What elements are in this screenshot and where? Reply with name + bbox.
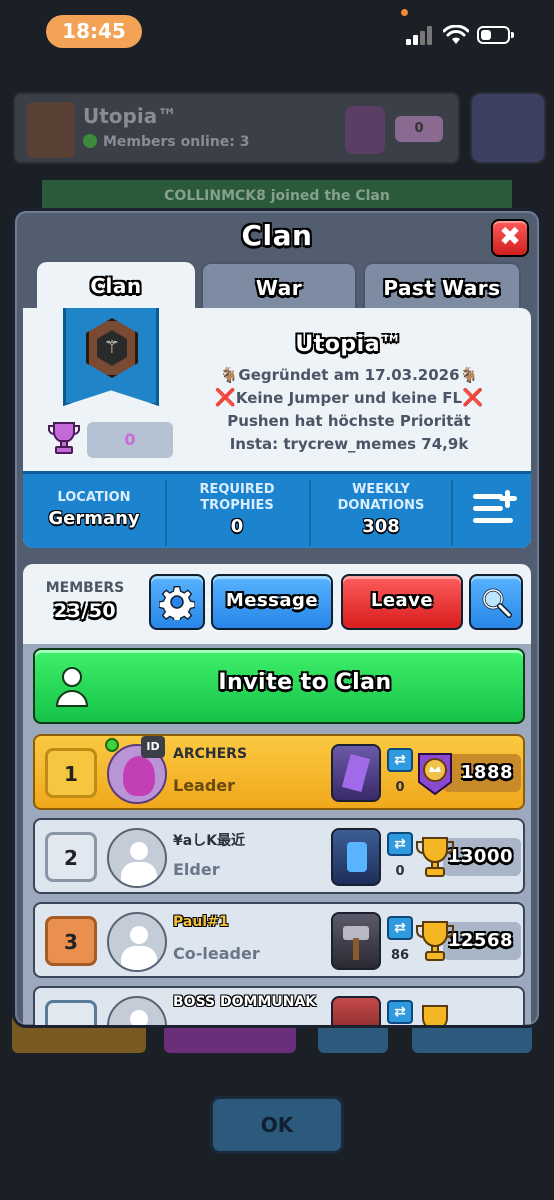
- settings-button[interactable]: [149, 574, 205, 630]
- background-clan-name: Utopia™: [83, 104, 178, 128]
- online-indicator-icon: [83, 134, 97, 148]
- member-rank: 2: [45, 832, 97, 882]
- member-row[interactable]: 2 ¥aしK最近 Elder ⇄ 0 13000: [33, 818, 525, 894]
- clan-stats-bar: LOCATION Germany REQUIRED TROPHIES 0 WEEK…: [23, 471, 531, 548]
- invite-to-clan-button[interactable]: Invite to Clan: [33, 648, 525, 724]
- modal-title: Clan: [241, 219, 313, 252]
- arena-icon: [331, 912, 381, 970]
- arena-icon: [331, 996, 381, 1025]
- card-donation-icon: ⇄: [387, 1000, 413, 1024]
- donation-count: 0: [395, 780, 405, 795]
- background-clan-header: Utopia™ Members online: 3 0: [13, 92, 460, 164]
- stat-location-label: LOCATION: [57, 490, 131, 505]
- member-rank: [45, 1000, 97, 1025]
- member-row[interactable]: 3 Paul#1 Co-leader ⇄ 86 12568: [33, 902, 525, 978]
- trophy-icon: [416, 837, 454, 877]
- member-role: Leader: [173, 776, 236, 795]
- description-line: Insta: trycrew_memes 74,9k: [229, 435, 469, 453]
- member-rank: 3: [45, 916, 97, 966]
- wifi-icon: [443, 25, 469, 44]
- donation-count: 86: [390, 948, 410, 963]
- arena-icon: [331, 744, 381, 802]
- tab-past-wars[interactable]: Past Wars: [363, 262, 521, 310]
- background-trophy-icon: [345, 106, 385, 154]
- background-members-online: Members online: 3: [83, 134, 250, 150]
- search-button[interactable]: [469, 574, 523, 630]
- cellular-signal-icon: [406, 25, 434, 45]
- stat-required-trophies: REQUIRED TROPHIES 0: [167, 474, 307, 548]
- member-name: ¥aしK最近: [173, 833, 246, 849]
- arena-icon: [331, 828, 381, 886]
- clan-info-card: ⚚ 0 Utopia™ 🐐Gegründet am 17.03.2026🐐 ❌K…: [23, 308, 531, 548]
- stat-donations-label-1: WEEKLY: [352, 482, 410, 497]
- member-list: Invite to Clan 1 ID ARCHERS Leader ⇄ 0 1…: [23, 644, 531, 1025]
- stat-donations-value: 308: [362, 516, 400, 537]
- tab-clan[interactable]: Clan: [37, 262, 195, 314]
- stat-donations-label-2: DONATIONS: [337, 498, 425, 513]
- stat-required-label-2: TROPHIES: [200, 498, 274, 513]
- clan-trophy-icon: [48, 422, 80, 454]
- clan-trophy-count: 0: [87, 422, 173, 458]
- battery-icon: [477, 26, 514, 44]
- member-name: Paul#1: [173, 914, 229, 930]
- stat-required-label-1: REQUIRED: [199, 482, 275, 497]
- member-avatar: [107, 996, 167, 1025]
- leave-button[interactable]: Leave: [341, 574, 463, 630]
- trophy-icon: [422, 1005, 448, 1025]
- member-row[interactable]: 1 ID ARCHERS Leader ⇄ 0 1888: [33, 734, 525, 810]
- members-label: MEMBERS: [45, 580, 125, 596]
- clan-modal: Clan ✖ Clan War Past Wars ⚚ 0 Utopia™ 🐐G…: [12, 208, 542, 1028]
- person-icon: [55, 667, 89, 707]
- status-time: 18:45: [46, 15, 142, 48]
- avatar-character-icon: [123, 756, 155, 796]
- stat-divider: [451, 480, 453, 546]
- search-icon: [482, 588, 512, 618]
- clan-info-menu-icon[interactable]: [469, 488, 521, 532]
- donation-count: 0: [395, 864, 405, 879]
- close-button[interactable]: ✖: [491, 219, 529, 257]
- clan-name: Utopia™: [295, 332, 403, 357]
- description-line: Pushen hat höchste Priorität: [227, 412, 471, 430]
- legendary-medal-icon: [418, 753, 452, 796]
- member-role: Elder: [173, 860, 220, 879]
- member-role: Co-leader: [173, 944, 260, 963]
- status-bar: 18:45: [0, 0, 554, 70]
- member-rank: 1: [45, 748, 97, 798]
- member-name: ARCHERS: [173, 746, 248, 762]
- tab-war[interactable]: War: [201, 262, 357, 310]
- member-avatar: [107, 828, 167, 888]
- invite-label: Invite to Clan: [218, 670, 392, 695]
- gear-icon: [158, 586, 196, 624]
- member-row[interactable]: BOSS DOMMUNAK ⇄: [33, 986, 525, 1025]
- clan-description: 🐐Gegründet am 17.03.2026🐐 ❌Keine Jumper …: [179, 364, 519, 456]
- background-ok-button: OK: [210, 1096, 344, 1154]
- members-toolbar: MEMBERS 23/50 Message Leave: [23, 564, 531, 644]
- description-line: ❌Keine Jumper und keine FL❌: [214, 388, 484, 408]
- stat-location-value: Germany: [48, 508, 140, 529]
- stat-location: LOCATION Germany: [23, 474, 165, 548]
- trophy-icon: [416, 921, 454, 961]
- description-line: 🐐Gegründet am 17.03.2026🐐: [219, 366, 479, 384]
- stat-required-value: 0: [230, 516, 244, 537]
- message-button[interactable]: Message: [211, 574, 333, 630]
- clan-banner: ⚚: [63, 308, 159, 406]
- privacy-indicator-dot: [401, 9, 408, 16]
- card-donation-icon: ⇄: [387, 916, 413, 940]
- stat-weekly-donations: WEEKLY DONATIONS 308: [311, 474, 451, 548]
- clan-badge-icon: ⚚: [86, 318, 138, 378]
- online-indicator-icon: [105, 738, 119, 752]
- members-count: 23/50: [53, 600, 117, 622]
- member-name: BOSS DOMMUNAK: [173, 994, 317, 1010]
- card-donation-icon: ⇄: [387, 748, 413, 772]
- background-war-button: [470, 92, 546, 164]
- background-trophy-count: 0: [395, 116, 443, 142]
- background-joined-message: COLLINMCK8 joined the Clan: [42, 180, 512, 210]
- id-badge: ID: [141, 736, 165, 758]
- member-avatar: [107, 912, 167, 972]
- background-clan-badge-icon: [27, 102, 75, 158]
- card-donation-icon: ⇄: [387, 832, 413, 856]
